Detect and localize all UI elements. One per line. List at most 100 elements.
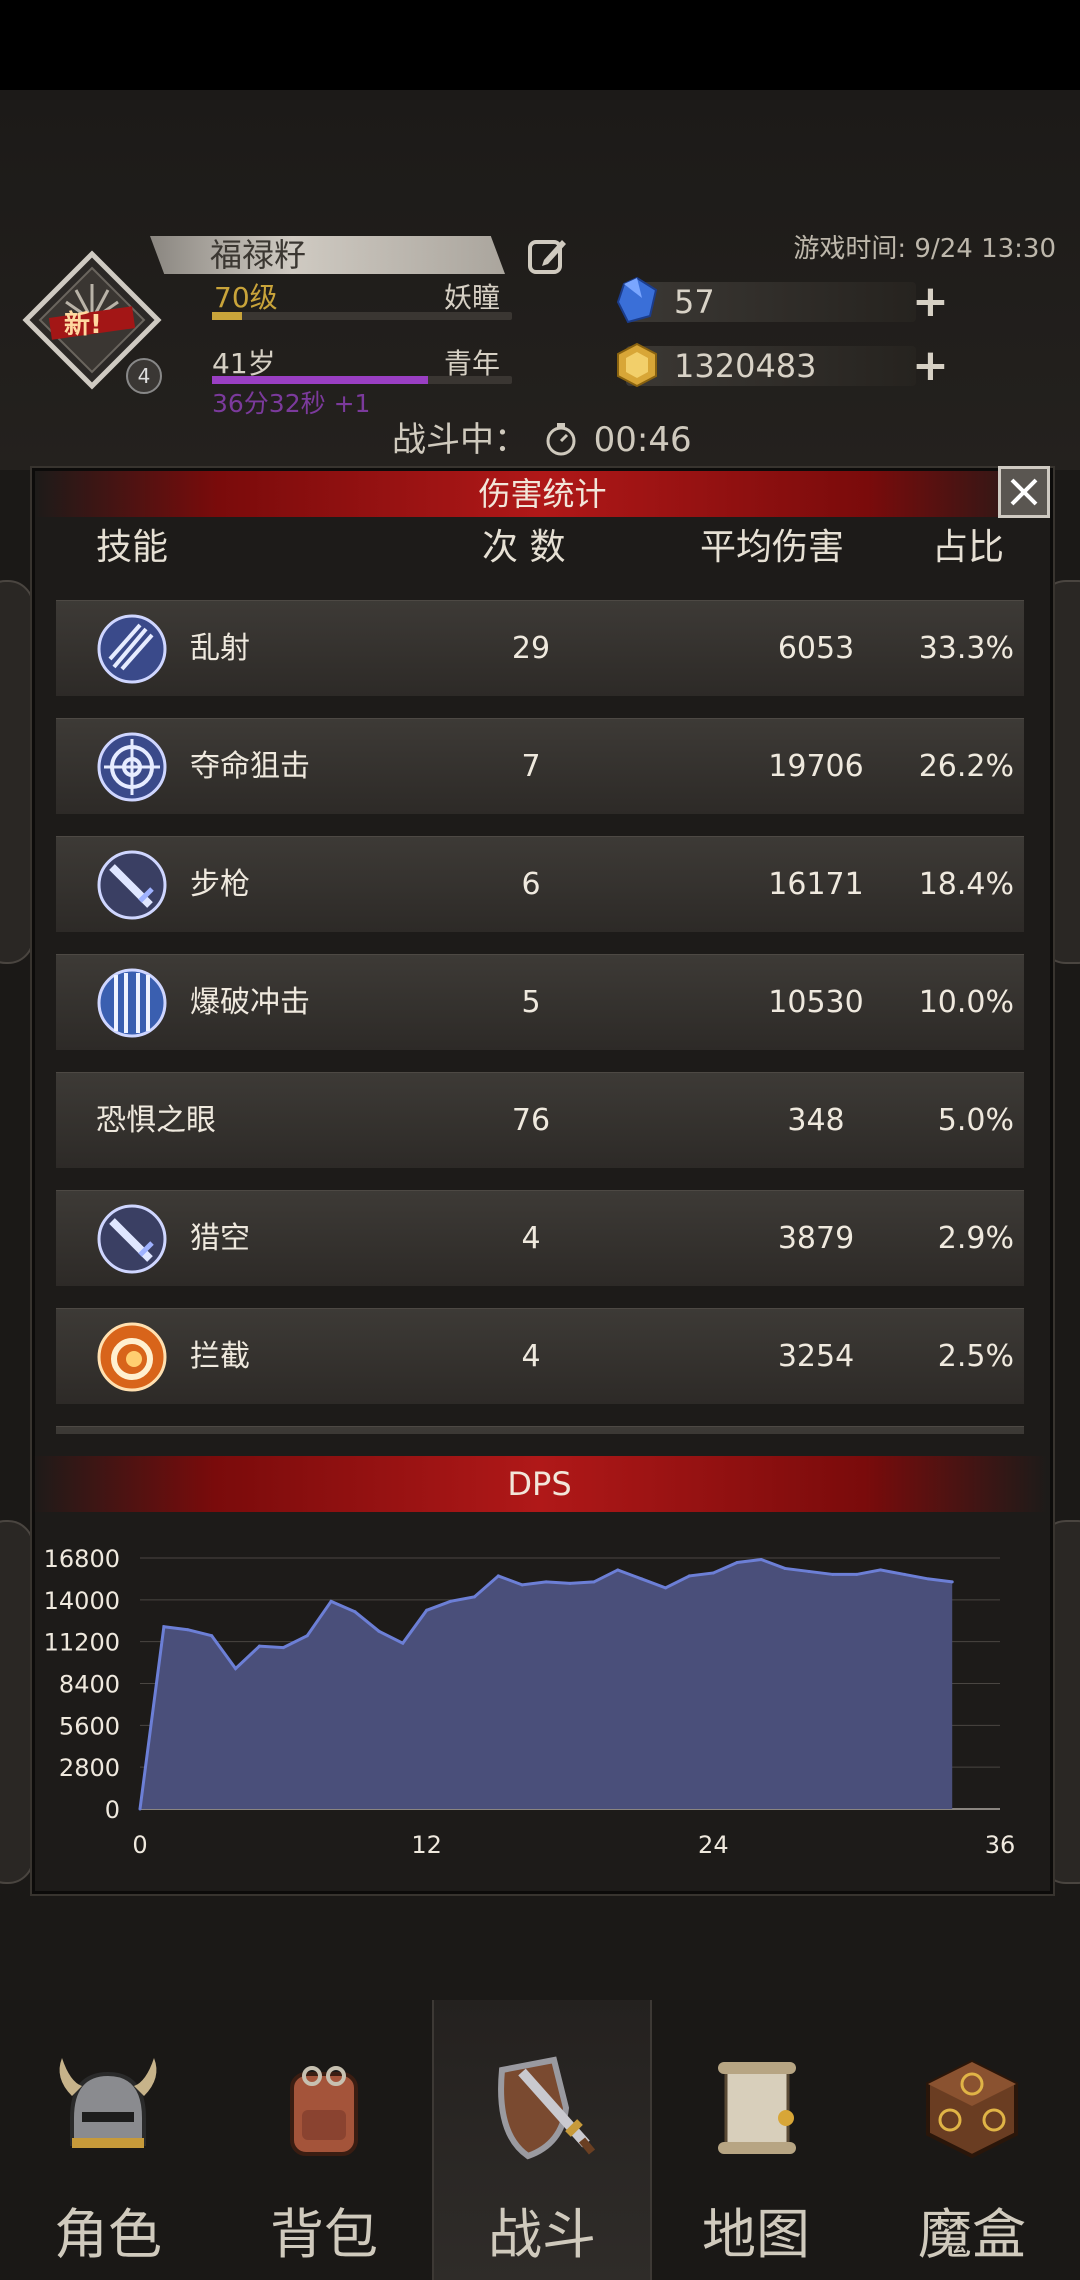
dps-chart-title: DPS xyxy=(32,1456,1047,1512)
x-tick-label: 24 xyxy=(698,1831,729,1859)
nav-label-magic-box: 魔盒 xyxy=(918,2203,1026,2266)
skill-name: 拦截 xyxy=(190,1339,250,1374)
nav-label-battle: 战斗 xyxy=(488,2203,596,2266)
dps-point xyxy=(711,1571,715,1575)
dps-point xyxy=(831,1572,835,1576)
background-card-left-lower xyxy=(0,1520,34,1884)
y-tick-label: 0 xyxy=(105,1796,120,1824)
skill-avg-damage: 348 xyxy=(787,1103,845,1138)
skill-share: 2.9% xyxy=(937,1221,1014,1256)
skill-avg-damage: 16171 xyxy=(768,867,864,902)
skill-avg-damage: 6053 xyxy=(777,631,855,666)
skill-avg-damage: 3254 xyxy=(777,1339,855,1374)
dps-point xyxy=(138,1807,142,1811)
nav-label-backpack: 背包 xyxy=(270,2203,378,2266)
list-fade xyxy=(56,1434,1024,1450)
skill-share: 2.5% xyxy=(937,1339,1014,1374)
dps-point xyxy=(807,1569,811,1573)
rifle-icon xyxy=(97,850,167,920)
x-tick-label: 12 xyxy=(411,1831,442,1859)
dps-point xyxy=(281,1646,285,1650)
arrow-volley-icon xyxy=(97,614,167,684)
dps-point xyxy=(353,1610,357,1614)
skill-share: 33.3% xyxy=(918,631,1014,666)
magic-box-icon xyxy=(926,2059,1018,2159)
dps-point xyxy=(902,1572,906,1576)
dps-point xyxy=(687,1574,691,1578)
skill-row[interactable]: 拦截 4 3254 2.5% xyxy=(56,1308,1024,1404)
skill-row[interactable]: 步枪 6 16171 18.4% xyxy=(56,836,1024,932)
nav-tab-character[interactable]: 角色 xyxy=(0,2000,216,2280)
dps-point xyxy=(950,1580,954,1584)
skill-name: 恐惧之眼 xyxy=(96,1103,216,1138)
dps-point xyxy=(496,1574,500,1578)
skill-row[interactable]: 爆破冲击 5 10530 10.0% xyxy=(56,954,1024,1050)
skill-name: 夺命狙击 xyxy=(190,749,310,784)
dps-point xyxy=(162,1625,166,1629)
skill-row[interactable]: 夺命狙击 7 19706 26.2% xyxy=(56,718,1024,814)
dps-point xyxy=(210,1634,214,1638)
nav-tab-backpack[interactable]: 背包 xyxy=(216,2000,432,2280)
shield-sword-icon xyxy=(498,2056,596,2160)
dps-point xyxy=(926,1577,930,1581)
skill-name: 步枪 xyxy=(190,867,250,902)
skill-count: 5 xyxy=(521,985,541,1020)
dps-point xyxy=(616,1568,620,1572)
dps-point xyxy=(401,1641,405,1645)
sword-icon xyxy=(97,1204,167,1274)
dps-point xyxy=(855,1572,859,1576)
fire-ring-icon xyxy=(97,1322,167,1392)
dps-chart: DPS 16800 14000 11200 8400 5600 2800 0 0 12 24 36 xyxy=(32,1456,1047,1888)
nav-tab-magic-box[interactable]: 魔盒 xyxy=(864,2000,1080,2280)
y-tick-label: 11200 xyxy=(44,1629,120,1657)
dps-point xyxy=(759,1557,763,1561)
skill-avg-damage: 3879 xyxy=(777,1221,855,1256)
skill-row[interactable]: 恐惧之眼 76 348 5.0% xyxy=(56,1072,1024,1168)
nav-tab-battle[interactable]: 战斗 xyxy=(432,2000,652,2280)
skill-share: 26.2% xyxy=(918,749,1014,784)
dps-point xyxy=(879,1568,883,1572)
crosshair-icon xyxy=(97,732,167,802)
bottom-navigation: 角色 背包 战斗 地图 魔盒 xyxy=(0,2000,1080,2280)
dps-point xyxy=(592,1580,596,1584)
dps-point xyxy=(472,1595,476,1599)
nav-tab-map[interactable]: 地图 xyxy=(648,2000,864,2280)
skill-share: 10.0% xyxy=(918,985,1014,1020)
skill-count: 4 xyxy=(521,1221,541,1256)
nav-label-character: 角色 xyxy=(54,2203,162,2266)
dps-point xyxy=(735,1560,739,1564)
dps-point xyxy=(664,1586,668,1590)
nav-label-map: 地图 xyxy=(702,2203,810,2266)
skill-share: 18.4% xyxy=(918,867,1014,902)
skill-count: 29 xyxy=(511,631,551,666)
dps-point xyxy=(425,1608,429,1612)
y-tick-label: 14000 xyxy=(44,1587,120,1615)
dps-chart-plot: 16800 14000 11200 8400 5600 2800 00 12 24 36 xyxy=(44,1545,1016,1859)
skill-count: 76 xyxy=(511,1103,551,1138)
skill-avg-damage: 19706 xyxy=(768,749,864,784)
skill-row[interactable]: 猎空 4 3879 2.9% xyxy=(56,1190,1024,1286)
dps-point xyxy=(544,1580,548,1584)
dps-point xyxy=(449,1599,453,1603)
dps-point xyxy=(257,1644,261,1648)
y-tick-label: 5600 xyxy=(59,1712,120,1740)
skill-share: 5.0% xyxy=(937,1103,1014,1138)
y-tick-label: 16800 xyxy=(44,1545,120,1573)
skill-row[interactable]: 乱射 29 6053 33.3% xyxy=(56,600,1024,696)
blast-icon xyxy=(97,968,167,1038)
skill-list[interactable]: 乱射 29 6053 33.3% 夺命狙击 7 19706 26.2% 步枪 6 16171 18.4… xyxy=(0,0,1080,1448)
dps-point xyxy=(568,1581,572,1585)
dps-area xyxy=(140,1559,953,1809)
backpack-icon xyxy=(290,2066,358,2156)
dps-point xyxy=(783,1566,787,1570)
y-tick-label: 8400 xyxy=(59,1671,120,1699)
scroll-map-icon xyxy=(718,2062,796,2154)
x-tick-label: 0 xyxy=(132,1831,147,1859)
dps-point xyxy=(329,1599,333,1603)
dps-point xyxy=(305,1634,309,1638)
skill-avg-damage: 10530 xyxy=(768,985,864,1020)
dps-point xyxy=(377,1629,381,1633)
x-tick-label: 36 xyxy=(985,1831,1016,1859)
dps-point xyxy=(640,1577,644,1581)
dps-point xyxy=(234,1667,238,1671)
